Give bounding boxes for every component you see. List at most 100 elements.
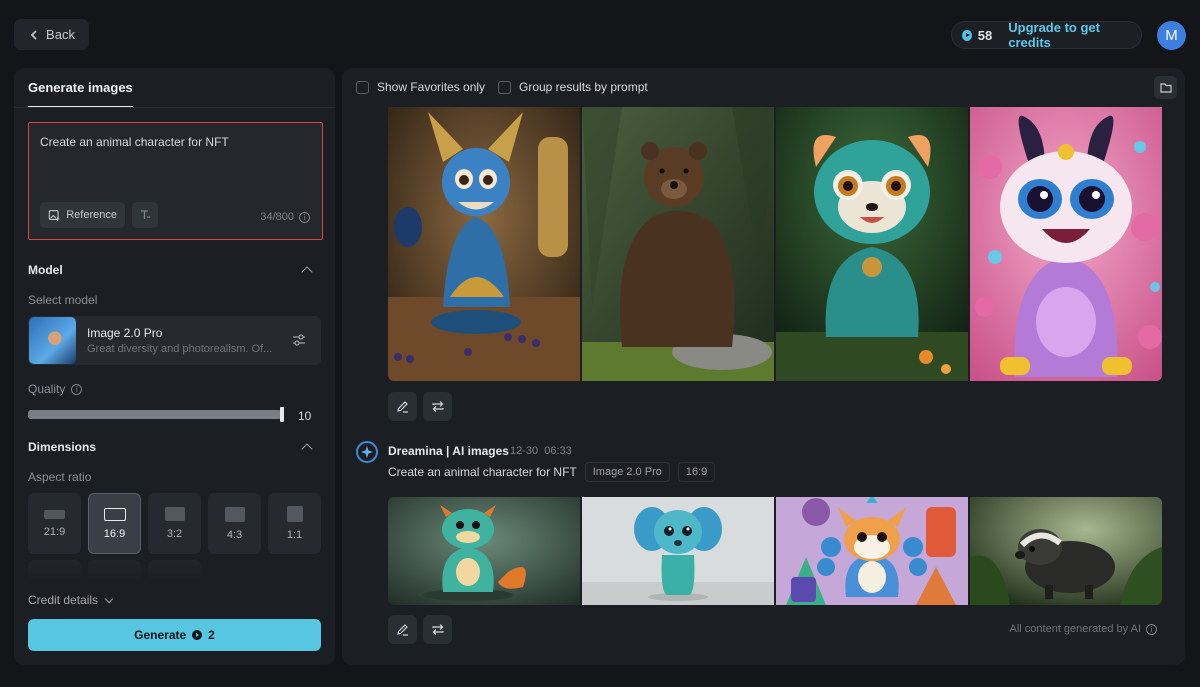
favorites-checkbox[interactable]: [356, 80, 369, 94]
result-timestamp: 12-30 06:33: [510, 445, 572, 457]
edit-prompt-button[interactable]: [388, 392, 417, 421]
dreamina-logo-icon: [356, 441, 378, 463]
prompt-input[interactable]: Create an animal character for NFT Refer…: [28, 122, 323, 240]
quality-value: 10: [298, 409, 312, 423]
prompt-text[interactable]: Create an animal character for NFT: [40, 135, 229, 149]
generate-button[interactable]: Generate 2: [28, 619, 321, 651]
credit-coin-icon: [192, 630, 203, 640]
chevron-up-icon[interactable]: [301, 266, 313, 278]
ratio-1-1[interactable]: 1:1: [268, 493, 321, 554]
ai-content-note: All content generated by AI i: [1010, 623, 1157, 635]
result-image-brown-bear[interactable]: [582, 107, 774, 381]
ratio-shape: [164, 507, 185, 521]
ratio-label: 16:9: [103, 527, 126, 540]
model-selector[interactable]: Image 2.0 Pro Great diversity and photor…: [28, 316, 321, 365]
info-icon[interactable]: i: [1146, 623, 1157, 635]
image-art: [776, 497, 968, 605]
image-art: [388, 107, 580, 381]
ratio-3-2[interactable]: 3:2: [148, 493, 201, 554]
result-image-teal-raccoon-character[interactable]: [776, 107, 968, 381]
model-thumbnail: [29, 317, 76, 364]
image-art: [582, 497, 774, 605]
quality-slider-track[interactable]: [28, 410, 282, 419]
info-icon[interactable]: i: [71, 383, 83, 395]
group-checkbox[interactable]: [498, 80, 511, 94]
char-count-value: 34/800: [260, 211, 294, 223]
dimensions-section-title: Dimensions: [28, 440, 97, 454]
text-icon: [141, 210, 150, 219]
ratio-tag: 16:9: [677, 462, 716, 482]
ratio-label: 3:2: [166, 528, 183, 540]
result-image-badger-in-forest[interactable]: [970, 497, 1162, 605]
ai-note-text: All content generated by AI: [1009, 623, 1141, 635]
result-actions-2: [388, 615, 452, 644]
scroll-fade: [14, 563, 335, 585]
image-reference-icon: [48, 209, 60, 221]
ratio-shape: [286, 506, 303, 522]
image-art: [388, 497, 580, 605]
quality-slider-handle[interactable]: [280, 407, 284, 422]
result-actions-1: [388, 392, 452, 421]
result-image-teal-dragon-toy[interactable]: [388, 497, 580, 605]
generate-cost: 2: [208, 628, 215, 642]
aspect-ratio-options: 21:9 16:9 3:2 4:3 1:1: [28, 493, 321, 554]
result-prompt-line: Create an animal character for NFT Image…: [388, 462, 716, 482]
repeat-icon: [431, 401, 444, 412]
chevron-down-icon: [104, 594, 114, 603]
bot-name: Dreamina | AI images: [388, 444, 509, 458]
result-image-peacock-cat-character[interactable]: [776, 497, 968, 605]
credit-details-toggle[interactable]: Credit details: [28, 593, 114, 607]
generate-panel: Generate images Create an animal charact…: [14, 68, 335, 665]
reference-label: Reference: [66, 209, 117, 221]
chevron-left-icon: [30, 29, 37, 40]
result-time: 06:33: [544, 445, 572, 457]
result-image-blue-elephant-toy[interactable]: [582, 497, 774, 605]
aspect-ratio-label: Aspect ratio: [28, 470, 92, 484]
ratio-21-9[interactable]: 21:9: [28, 493, 81, 554]
ratio-shape: [103, 507, 126, 521]
reference-button[interactable]: Reference: [40, 202, 125, 228]
credit-coin-icon: [962, 29, 972, 41]
model-section-title: Model: [28, 263, 63, 277]
result-image-pink-bunny-monster[interactable]: [970, 107, 1162, 381]
result-prompt[interactable]: Create an animal character for NFT: [388, 465, 577, 479]
quality-label-text: Quality: [28, 382, 66, 396]
model-name: Image 2.0 Pro: [87, 326, 163, 340]
regenerate-button[interactable]: [423, 392, 452, 421]
repeat-icon: [431, 624, 444, 635]
model-description: Great diversity and photorealism. Of...: [87, 343, 273, 355]
tab-divider: [14, 107, 335, 108]
sliders-icon[interactable]: [291, 332, 307, 348]
favorites-label: Show Favorites only: [377, 80, 486, 94]
result-images-row-2: [388, 497, 1162, 605]
group-label: Group results by prompt: [519, 80, 648, 94]
back-button[interactable]: Back: [14, 19, 89, 50]
pencil-icon: [397, 624, 408, 636]
upgrade-link[interactable]: Upgrade to get credits: [1008, 20, 1131, 50]
credits-count: 58: [977, 27, 993, 43]
result-images-row-1: [388, 107, 1162, 381]
back-label: Back: [46, 27, 75, 42]
avatar[interactable]: M: [1157, 21, 1186, 50]
chevron-up-icon[interactable]: [301, 443, 313, 455]
regenerate-button[interactable]: [423, 615, 452, 644]
text-style-button[interactable]: [132, 202, 158, 228]
image-art: [776, 107, 968, 381]
ratio-16-9[interactable]: 16:9: [88, 493, 141, 554]
result-date: 12-30: [510, 445, 539, 457]
result-image-blue-gold-fox-creature[interactable]: [388, 107, 580, 381]
favorites-filter[interactable]: Show Favorites only: [356, 80, 485, 94]
quality-label: Quality i: [28, 382, 83, 396]
credits-pill[interactable]: 58 Upgrade to get credits: [951, 20, 1142, 50]
folder-button[interactable]: [1154, 76, 1177, 99]
results-panel: Show Favorites only Group results by pro…: [342, 68, 1185, 665]
group-filter[interactable]: Group results by prompt: [498, 80, 648, 94]
credit-details-label: Credit details: [28, 593, 99, 607]
edit-prompt-button[interactable]: [388, 615, 417, 644]
ratio-label: 1:1: [286, 529, 303, 541]
ratio-4-3[interactable]: 4:3: [208, 493, 261, 554]
info-icon[interactable]: i: [299, 211, 310, 223]
tab-generate-images[interactable]: Generate images: [28, 80, 133, 108]
pencil-icon: [397, 401, 408, 413]
ratio-label: 4:3: [226, 528, 243, 541]
